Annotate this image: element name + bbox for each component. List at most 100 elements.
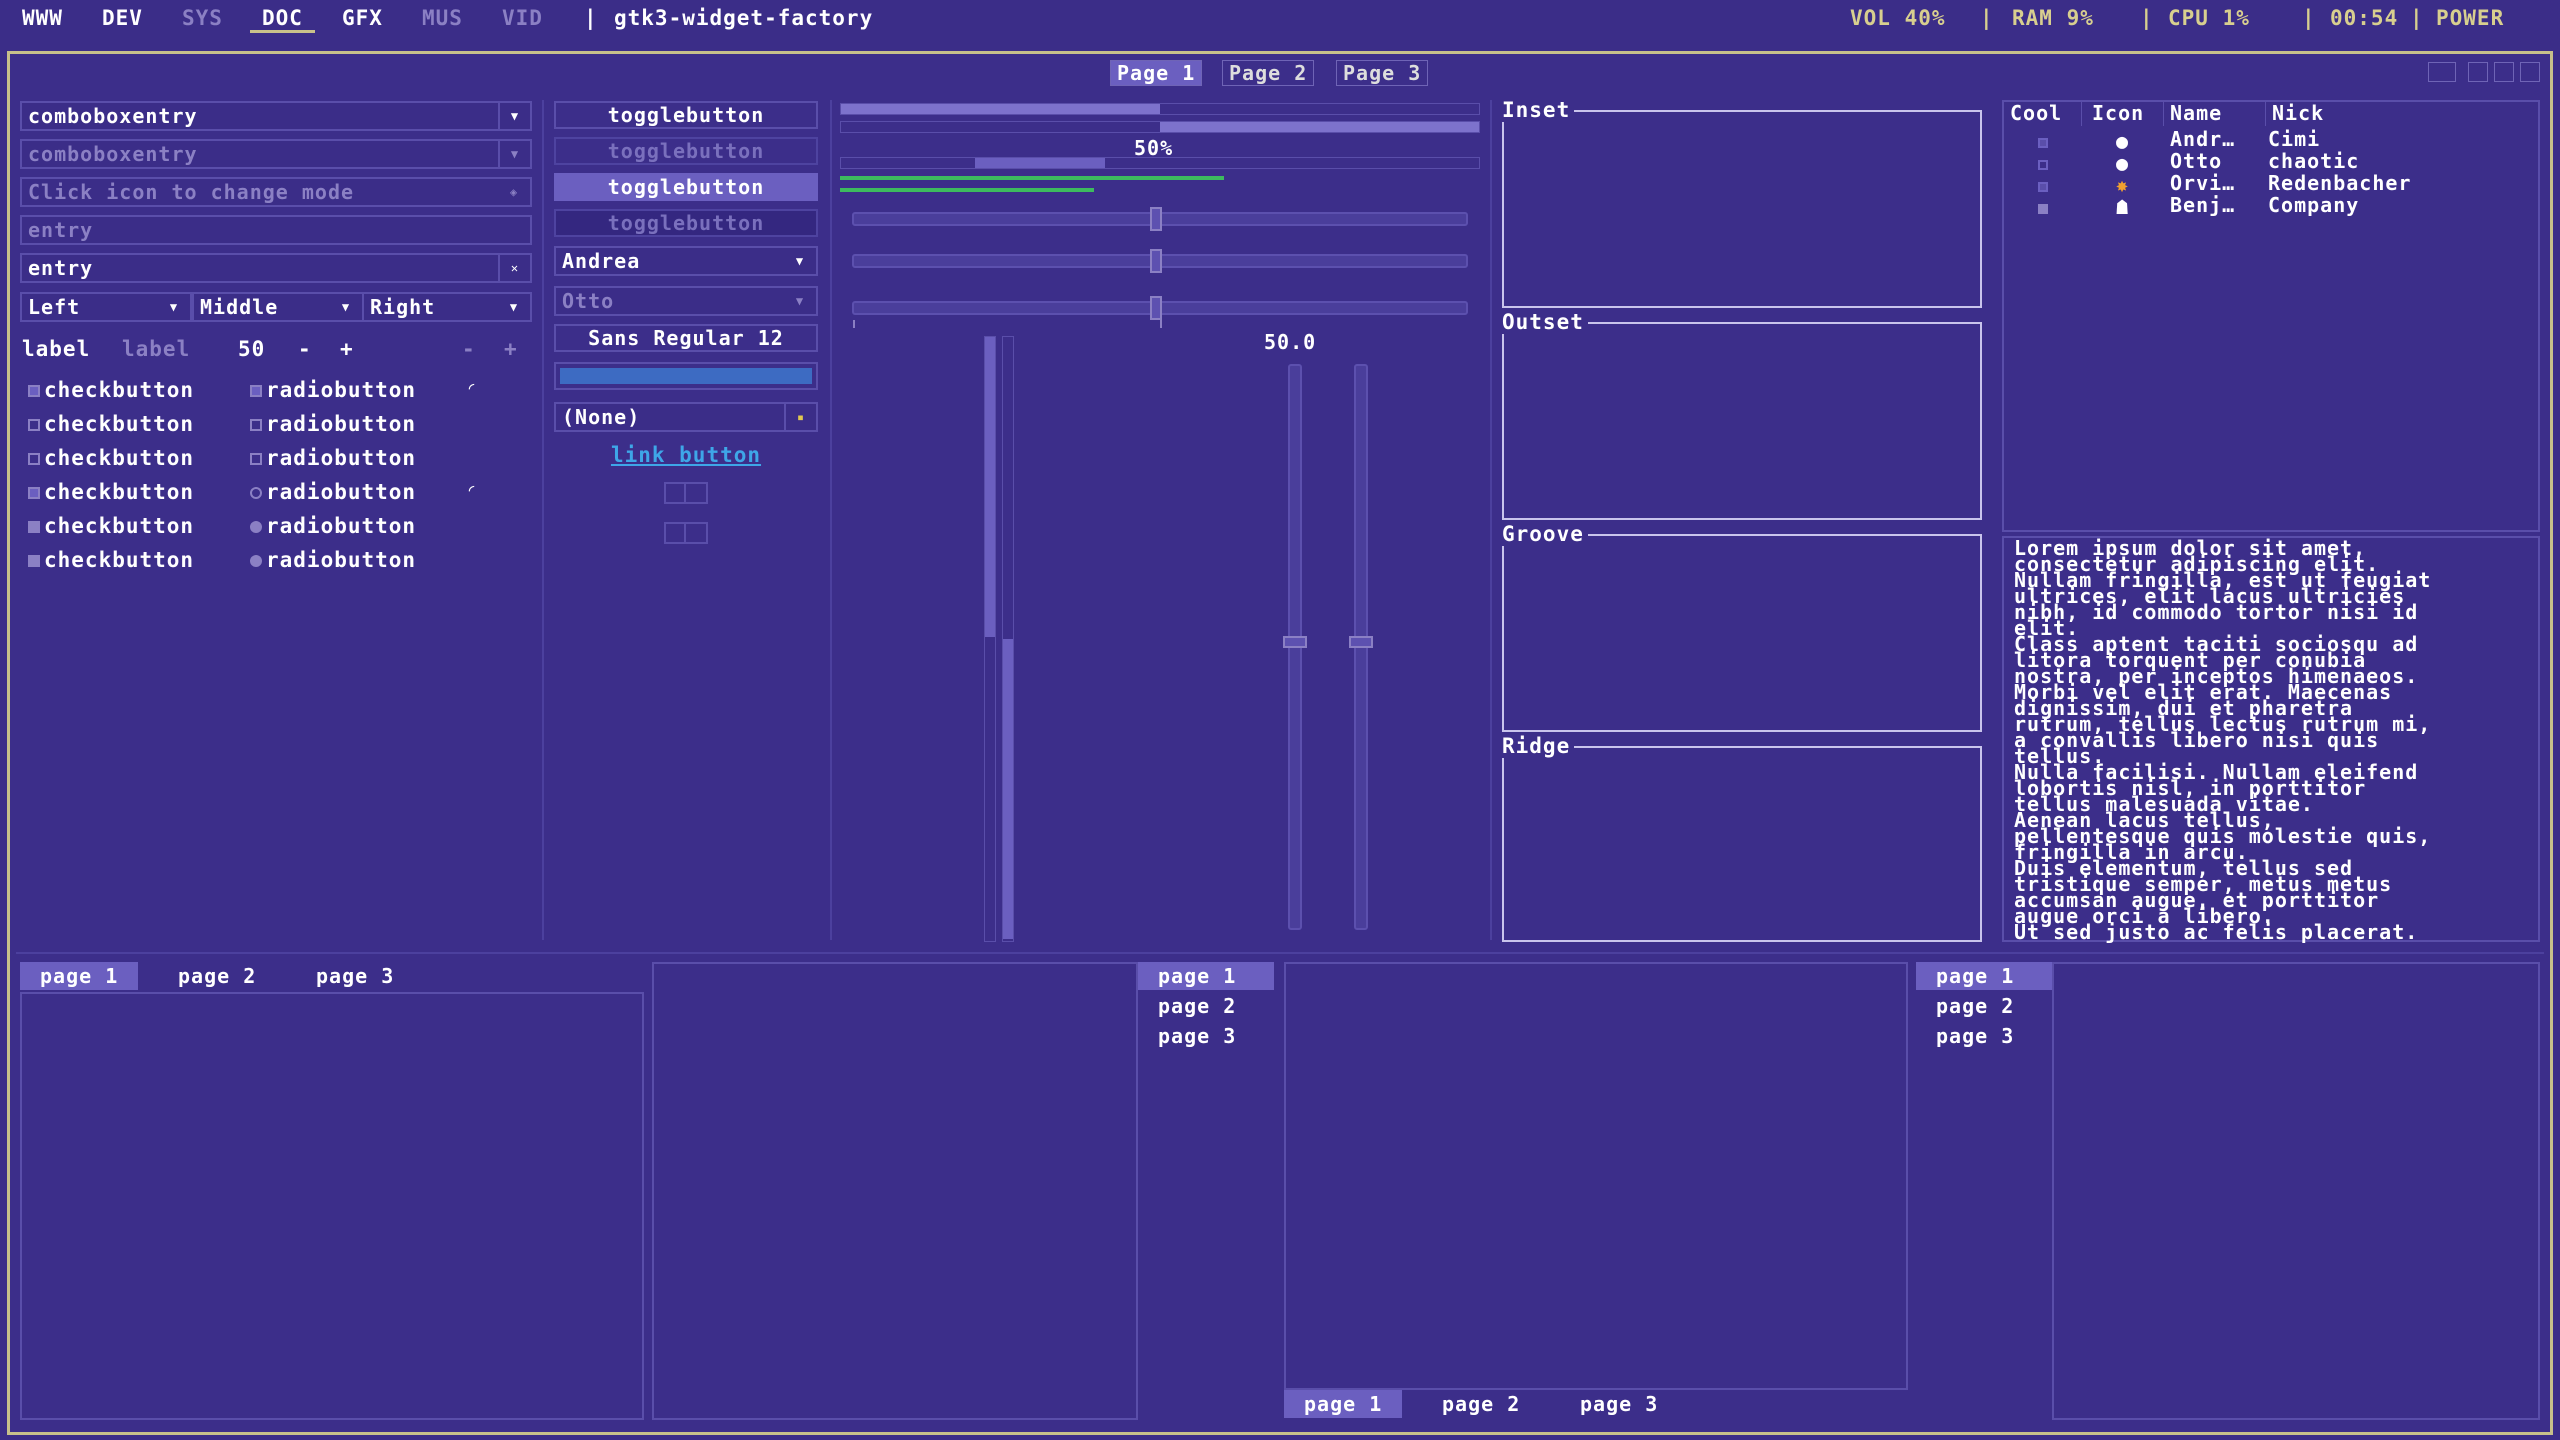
scale-handle[interactable]	[1349, 636, 1373, 648]
checkbutton-label: checkbutton	[44, 480, 195, 504]
checkbutton-label: checkbutton	[44, 378, 195, 402]
combo-text: Middle	[200, 295, 279, 319]
cpu-status: CPU 1%	[2168, 6, 2250, 30]
tree-checkbox[interactable]	[2038, 152, 2052, 174]
mode-entry[interactable]: Click icon to change mode ◈	[20, 177, 532, 207]
workspace-dev[interactable]: DEV	[102, 6, 143, 30]
column-header-icon[interactable]: Icon	[2092, 100, 2164, 126]
bottom-tab-4-page-3[interactable]: page 3	[1916, 1022, 2052, 1050]
checkbutton-2[interactable]: checkbutton	[28, 412, 194, 436]
bottom-tab-1-page-3[interactable]: page 3	[296, 962, 414, 990]
chevron-down-icon: ▼	[795, 294, 805, 308]
vprogress-2	[1002, 336, 1014, 942]
radiobutton-label: radiobutton	[266, 446, 417, 470]
workspace-vid[interactable]: VID	[502, 6, 543, 30]
bottom-tab-3-page-2[interactable]: page 2	[1422, 1390, 1540, 1418]
tab-page-1[interactable]: Page 1	[1110, 60, 1203, 86]
close-icon[interactable]	[2520, 62, 2540, 82]
bottom-tab-3-page-1[interactable]: page 1	[1284, 1390, 1403, 1418]
entry-field[interactable]: entry ✕	[20, 253, 532, 283]
separator	[16, 952, 2544, 954]
bottom-tab-2-page-1[interactable]: page 1	[1138, 962, 1274, 990]
combo-otto[interactable]: Otto ▼	[554, 286, 818, 316]
clear-icon[interactable]: ✕	[498, 255, 530, 281]
radiobutton-6[interactable]: radiobutton	[250, 548, 416, 572]
bottom-tab-3-page-3[interactable]: page 3	[1560, 1390, 1678, 1418]
chevron-down-icon[interactable]: ▼	[498, 141, 530, 167]
tree-checkbox[interactable]	[2038, 196, 2052, 218]
combo-middle[interactable]: Middle ▼	[192, 292, 364, 322]
volume-status[interactable]: VOL 40%	[1850, 6, 1946, 30]
bottom-tab-2-page-3[interactable]: page 3	[1138, 1022, 1274, 1050]
workspace-www[interactable]: WWW	[22, 6, 63, 30]
tab-page-2[interactable]: Page 2	[1222, 60, 1315, 86]
radiobutton-label: radiobutton	[266, 548, 417, 572]
combo-andrea[interactable]: Andrea ▼	[554, 246, 818, 276]
radiobutton-3[interactable]: radiobutton	[250, 446, 416, 470]
togglebutton-4[interactable]: togglebutton	[554, 209, 818, 237]
maximize-icon[interactable]	[2494, 62, 2514, 82]
combo-left[interactable]: Left ▼	[20, 292, 192, 322]
spinner-icon: ◜	[466, 480, 478, 501]
workspace-sys[interactable]: SYS	[182, 6, 223, 30]
minimize-icon[interactable]	[2468, 62, 2488, 82]
combo-right[interactable]: Right ▼	[362, 292, 532, 322]
menu-icon[interactable]	[2428, 62, 2456, 82]
font-button[interactable]: Sans Regular 12	[554, 324, 818, 352]
comboboxentry-1[interactable]: comboboxentry ▼	[20, 101, 532, 131]
radiobutton-5[interactable]: radiobutton	[250, 514, 416, 538]
radiobutton-2[interactable]: radiobutton	[250, 412, 416, 436]
notebook-3-content	[1284, 962, 1908, 1390]
workspace-doc[interactable]: DOC	[250, 6, 315, 33]
checkbutton-1[interactable]: checkbutton	[28, 378, 194, 402]
file-chooser-button[interactable]: (None) ▪	[554, 402, 818, 432]
tree-cell-name: Benj…	[2170, 193, 2236, 217]
scale-handle[interactable]	[1283, 636, 1307, 648]
frame-outset	[1502, 322, 1982, 520]
link-button[interactable]: link button	[554, 443, 818, 467]
checkbutton-3[interactable]: checkbutton	[28, 446, 194, 470]
tab-page-3[interactable]: Page 3	[1336, 60, 1429, 86]
tree-checkbox[interactable]	[2038, 130, 2052, 152]
workspace-gfx[interactable]: GFX	[342, 6, 383, 30]
radiobutton-1[interactable]: radiobutton	[250, 378, 416, 402]
scale-value-label: 50.0	[1264, 330, 1317, 354]
chevron-down-icon[interactable]: ▼	[498, 103, 530, 129]
mode-icon[interactable]: ◈	[498, 179, 530, 205]
column-header-name[interactable]: Name	[2170, 100, 2266, 126]
label: label	[22, 337, 91, 361]
color-button[interactable]	[554, 362, 818, 390]
spin-value[interactable]: 50	[238, 337, 265, 361]
tree-checkbox[interactable]	[2038, 174, 2052, 196]
column-header-cool[interactable]: Cool	[2010, 100, 2082, 126]
workspace-mus[interactable]: MUS	[422, 6, 463, 30]
radiobutton-4[interactable]: radiobutton	[250, 480, 416, 504]
scale-handle[interactable]	[1150, 207, 1162, 231]
bottom-tab-1-page-1[interactable]: page 1	[20, 962, 139, 990]
togglebutton-2[interactable]: togglebutton	[554, 137, 818, 165]
scale-handle[interactable]	[1150, 296, 1162, 320]
tree-cell-name: Orvi…	[2170, 171, 2236, 195]
comboboxentry-2[interactable]: comboboxentry ▼	[20, 139, 532, 169]
bottom-tab-1-page-2[interactable]: page 2	[158, 962, 276, 990]
notebook-2-content	[652, 962, 1138, 1420]
checkbutton-6[interactable]: checkbutton	[28, 548, 194, 572]
bottom-tab-2-page-2[interactable]: page 2	[1138, 992, 1274, 1020]
scale-handle[interactable]	[1150, 249, 1162, 273]
progress-bar-3	[840, 157, 1480, 169]
togglebutton-3[interactable]: togglebutton	[554, 173, 818, 201]
switch-disabled[interactable]	[664, 522, 708, 544]
entry-placeholder[interactable]: entry	[20, 215, 532, 245]
bottom-tab-4-page-1[interactable]: page 1	[1916, 962, 2052, 990]
power-button[interactable]: POWER	[2436, 6, 2504, 30]
checkbutton-5[interactable]: checkbutton	[28, 514, 194, 538]
radio-icon	[250, 521, 262, 533]
separator: |	[2302, 6, 2316, 30]
spin-plus-button[interactable]: +	[340, 337, 354, 361]
spin-minus-button[interactable]: -	[298, 337, 312, 361]
bottom-tab-4-page-2[interactable]: page 2	[1916, 992, 2052, 1020]
togglebutton-1[interactable]: togglebutton	[554, 101, 818, 129]
checkbutton-4[interactable]: checkbutton	[28, 480, 194, 504]
column-header-nick[interactable]: Nick	[2272, 100, 2522, 126]
switch-off[interactable]	[664, 482, 708, 504]
